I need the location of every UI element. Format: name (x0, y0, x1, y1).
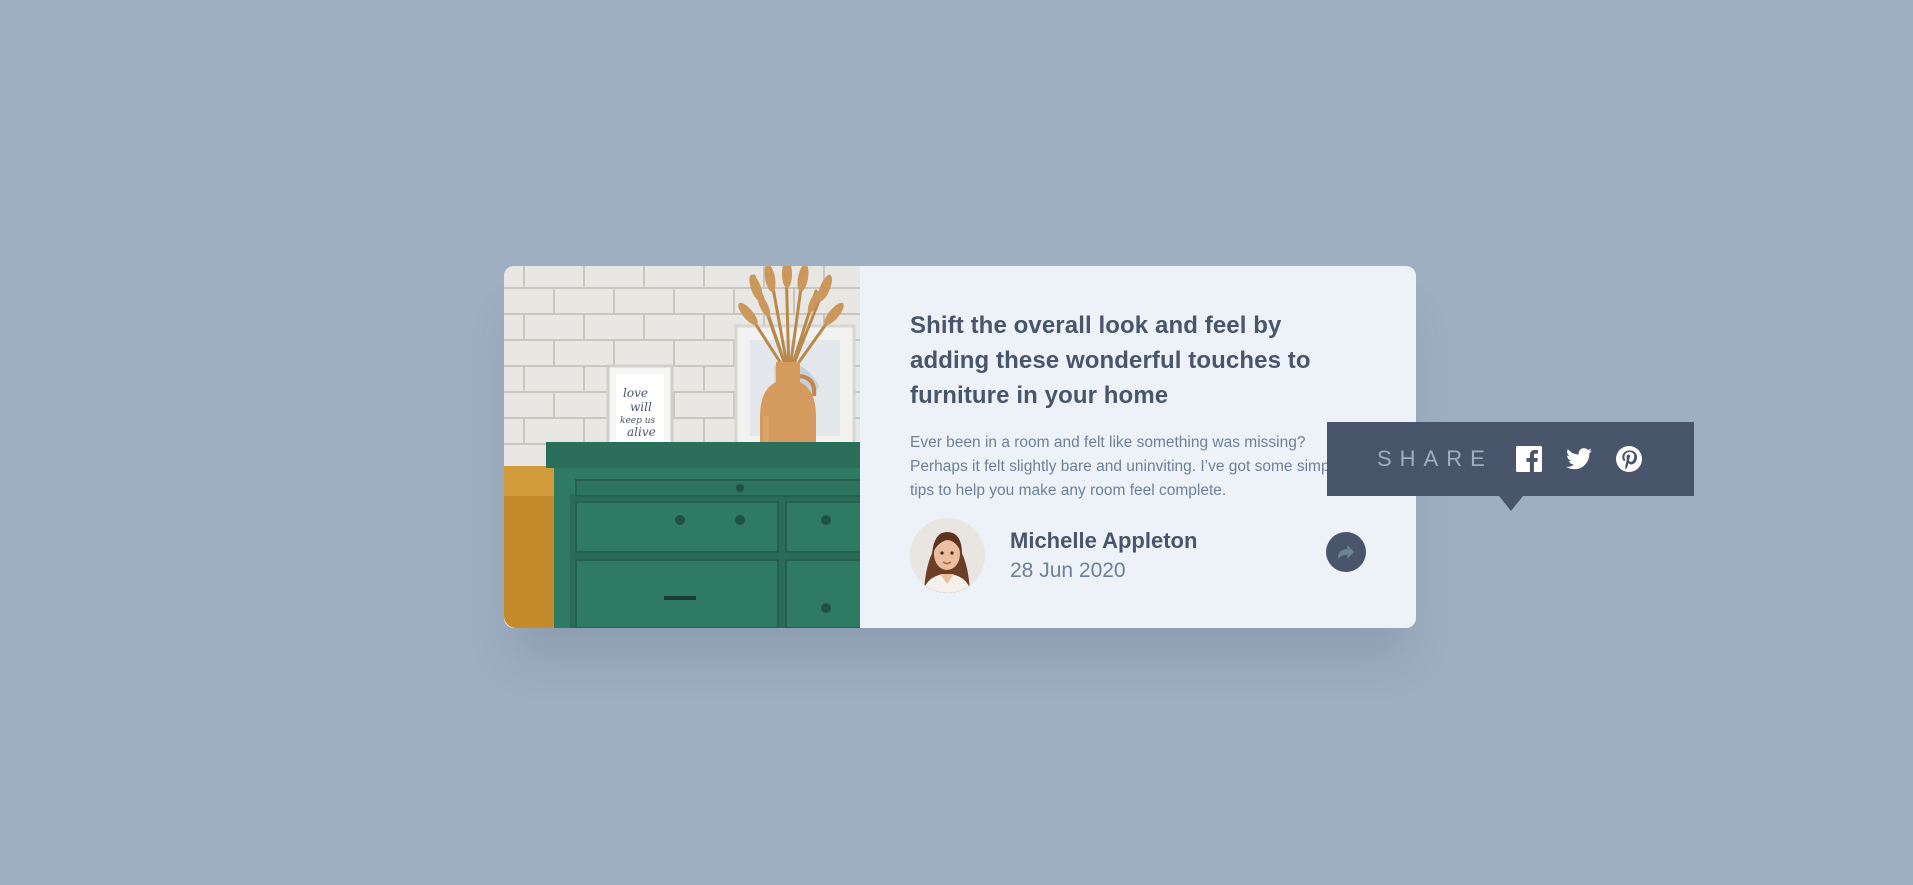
frame-text: will (630, 400, 652, 414)
share-label: SHARE (1377, 446, 1493, 471)
pinterest-icon[interactable] (1615, 445, 1643, 473)
drawers-photo: love will keep us alive (504, 266, 860, 628)
share-arrow-icon (1338, 545, 1354, 559)
twitter-icon[interactable] (1565, 445, 1593, 473)
article-card: love will keep us alive Shift the overal… (504, 266, 1694, 628)
facebook-icon[interactable] (1515, 445, 1543, 473)
article-title[interactable]: Shift the overall look and feel by addin… (910, 308, 1350, 413)
article-description: Ever been in a room and felt like someth… (910, 434, 1342, 499)
share-button[interactable] (1326, 532, 1366, 572)
author-block: Michelle Appleton 28 Jun 2020 (910, 518, 1197, 593)
publish-date: 28 Jun 2020 (1010, 558, 1126, 582)
share-popup: SHARE (1327, 422, 1694, 511)
frame-text: alive (627, 425, 656, 439)
author-name: Michelle Appleton (1010, 527, 1198, 553)
frame-text: love (623, 386, 648, 400)
avatar (910, 518, 985, 593)
